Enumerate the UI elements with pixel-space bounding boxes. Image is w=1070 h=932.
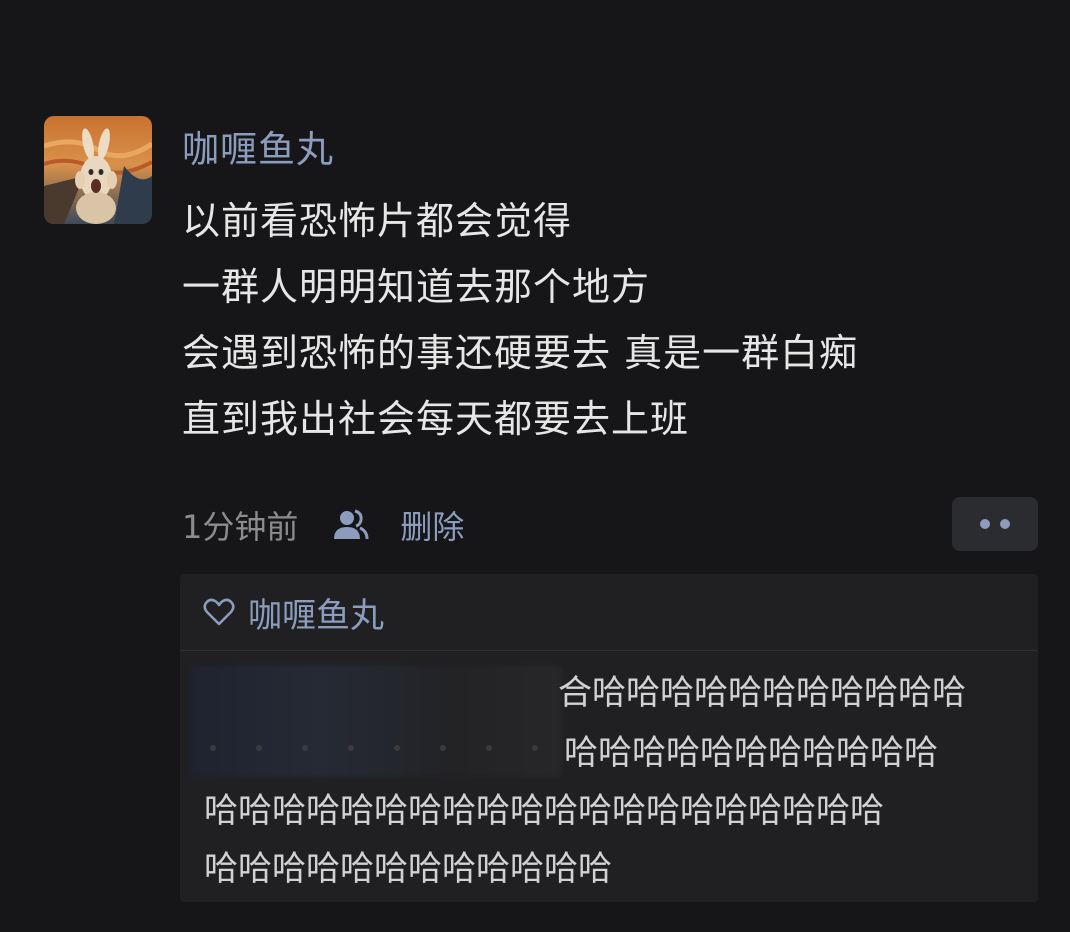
blurred-comment-author [190,665,562,777]
more-actions-button[interactable] [952,497,1038,551]
more-dots-icon [1000,519,1010,529]
like-user-name[interactable]: 咖喱鱼丸 [248,588,384,637]
more-dots-icon [980,519,990,529]
likes-row: 咖喱鱼丸 [180,574,1038,651]
delete-button[interactable]: 删除 [400,502,464,548]
blurred-marks [210,745,538,751]
post-meta: 1分钟前 删除 [182,500,464,550]
comment-text-line: 哈哈哈哈哈哈哈哈哈哈哈哈 [204,849,612,889]
heart-icon [202,595,236,629]
moments-post: 咖喱鱼丸 以前看恐怖片都会觉得 一群人明明知道去那个地方 会遇到恐怖的事还硬要去… [0,0,1070,932]
post-timestamp: 1分钟前 [182,508,299,546]
post-text-line: 以前看恐怖片都会觉得 [182,199,573,243]
comment-text-line: 哈哈哈哈哈哈哈哈哈哈哈哈哈哈哈哈哈哈哈哈 [204,791,884,831]
friends-visibility-icon[interactable] [330,505,370,545]
post-author-name[interactable]: 咖喱鱼丸 [182,126,334,174]
comment-text-line: 合哈哈哈哈哈哈哈哈哈哈哈 [558,673,966,713]
comment-text-line: 哈哈哈哈哈哈哈哈哈哈哈 [564,733,938,773]
avatar[interactable] [44,116,152,224]
screaming-rabbit-avatar-icon [44,116,152,224]
post-text: 以前看恐怖片都会觉得 一群人明明知道去那个地方 会遇到恐怖的事还硬要去 真是一群… [182,188,1042,452]
post-text-line: 直到我出社会每天都要去上班 [182,397,690,441]
post-text-line: 一群人明明知道去那个地方 [182,265,651,309]
post-text-line: 会遇到恐怖的事还硬要去 真是一群白痴 [182,331,859,375]
